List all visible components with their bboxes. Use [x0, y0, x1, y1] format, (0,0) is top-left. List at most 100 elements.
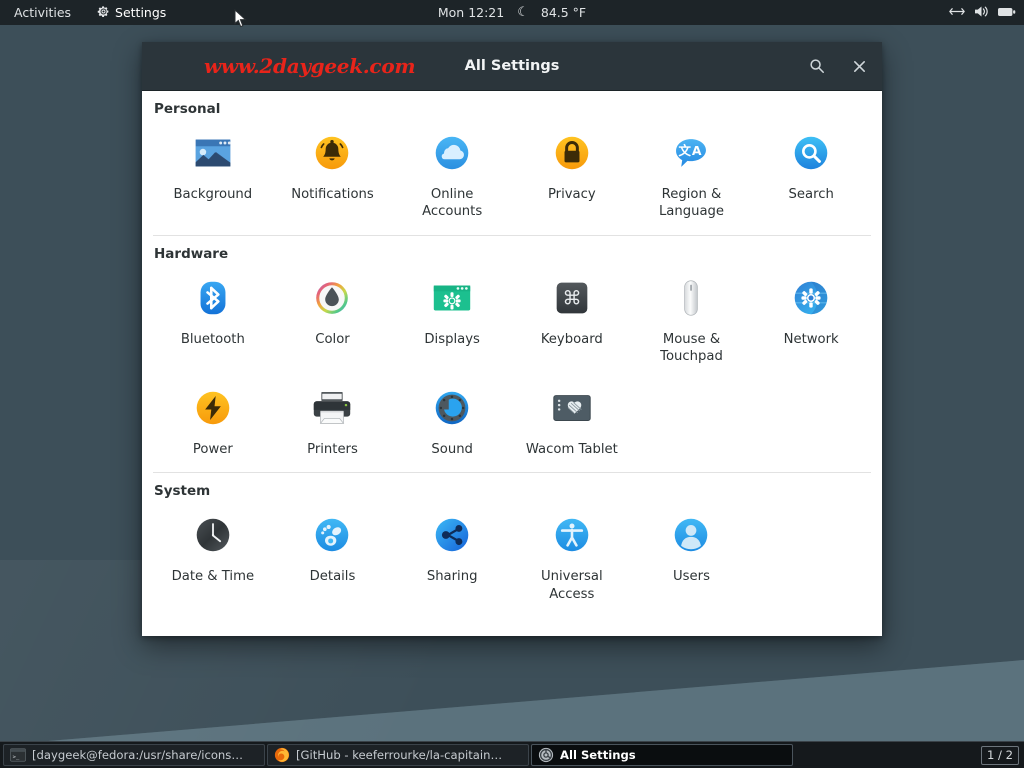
tile-network[interactable]: Network [751, 264, 871, 374]
tile-label: Background [173, 187, 253, 202]
moon-icon: ☾ [517, 5, 529, 20]
tile-label: Online Accounts [422, 187, 483, 220]
settings-panels: Personal Background Notifications Online… [142, 91, 882, 636]
background-icon [189, 129, 237, 177]
tile-label: Universal Access [540, 569, 603, 602]
tile-label: Users [673, 569, 710, 585]
terminal-icon: >_ [10, 747, 26, 763]
workspace-label: 1 / 2 [986, 748, 1013, 762]
svg-text:A: A [692, 143, 702, 158]
svg-text:文: 文 [679, 143, 692, 158]
clock-label: Mon 12:21 [437, 5, 505, 20]
tile-keyboard[interactable]: ⌘ Keyboard [512, 264, 632, 374]
tile-empty [751, 374, 871, 466]
tile-label: Mouse & Touchpad [660, 331, 723, 365]
tile-empty [751, 501, 871, 611]
search-icon[interactable] [804, 53, 830, 79]
tile-online-accounts[interactable]: Online Accounts [392, 119, 512, 229]
tile-sound[interactable]: Sound [392, 374, 512, 466]
activities-label: Activities [14, 5, 72, 20]
printers-icon [308, 384, 356, 432]
tile-label: Network [783, 331, 839, 347]
grid-system: Date & Time Details Sharing Universal Ac… [153, 501, 871, 611]
taskbar-item-label: All Settings [560, 748, 636, 762]
app-menu-button[interactable]: Settings [91, 2, 172, 24]
tile-label: Printers [307, 441, 358, 457]
section-title-system: System [154, 483, 211, 500]
tile-universal-access[interactable]: Universal Access [512, 501, 632, 611]
page-title: All Settings [464, 58, 560, 74]
sound-icon [428, 384, 476, 432]
workspace-indicator[interactable]: 1 / 2 [980, 745, 1019, 765]
date-time-icon [189, 511, 237, 559]
close-icon[interactable] [846, 53, 872, 79]
power-icon [189, 384, 237, 432]
taskbar-item-all-settings[interactable]: All Settings [531, 744, 793, 766]
tile-displays[interactable]: Displays [392, 264, 512, 374]
wacom-tablet-icon [548, 384, 596, 432]
grid-personal: Background Notifications Online Accounts… [153, 119, 871, 229]
tile-label: Details [309, 569, 356, 585]
tile-label: Search [788, 187, 834, 202]
tile-privacy[interactable]: Privacy [512, 119, 632, 229]
clock-button[interactable]: Mon 12:21 ☾ 84.5 °F [432, 2, 592, 23]
tile-label: Sharing [426, 569, 478, 585]
tile-details[interactable]: Details [273, 501, 393, 611]
tile-label: Displays [424, 331, 480, 347]
privacy-icon [548, 129, 596, 177]
tile-notifications[interactable]: Notifications [273, 119, 393, 229]
tile-label: Power [192, 441, 233, 457]
region-language-icon: 文 A [667, 129, 715, 177]
details-icon [308, 511, 356, 559]
tile-date-time[interactable]: Date & Time [153, 501, 273, 611]
online-accounts-icon [428, 129, 476, 177]
tile-color[interactable]: Color [273, 264, 393, 374]
tile-label: Keyboard [540, 331, 603, 347]
battery-icon [998, 5, 1016, 20]
tile-search[interactable]: Search [751, 119, 871, 229]
volume-icon [974, 5, 989, 21]
top-bar: Activities Settings Mon 12:21 ☾ 84.5 °F [0, 0, 1024, 25]
tile-wacom-tablet[interactable]: Wacom Tablet [512, 374, 632, 466]
section-system: System Date & Time Details Sharing Unive… [142, 473, 882, 611]
displays-icon [428, 274, 476, 322]
gear-icon [97, 5, 110, 21]
users-icon [667, 511, 715, 559]
taskbar-item-firefox[interactable]: [GitHub - keeferrourke/la-capitain… [267, 744, 529, 766]
grid-hardware: Bluetooth Color Displays ⌘ Keyboard Mous… [153, 264, 871, 466]
settings-icon [538, 747, 554, 763]
bluetooth-icon [189, 274, 237, 322]
window-titlebar: www.2daygeek.com All Settings [142, 42, 882, 91]
tile-label: Sound [431, 441, 473, 457]
tile-label: Region & Language [658, 187, 725, 220]
tile-sharing[interactable]: Sharing [392, 501, 512, 611]
network-arrows-icon [949, 5, 965, 20]
section-hardware: Hardware Bluetooth Color Displays ⌘ Keyb… [142, 236, 882, 474]
keyboard-icon: ⌘ [548, 274, 596, 322]
tile-background[interactable]: Background [153, 119, 273, 229]
tile-label: Wacom Tablet [525, 441, 618, 457]
svg-text:>_: >_ [13, 755, 20, 761]
mouse-touchpad-icon [667, 274, 715, 322]
search-panel-icon [787, 129, 835, 177]
color-icon [308, 274, 356, 322]
section-title-personal: Personal [154, 101, 221, 117]
tile-power[interactable]: Power [153, 374, 273, 466]
tile-empty [632, 374, 752, 466]
tile-bluetooth[interactable]: Bluetooth [153, 264, 273, 374]
tile-printers[interactable]: Printers [273, 374, 393, 466]
system-status-area[interactable] [949, 0, 1016, 25]
sharing-icon [428, 511, 476, 559]
network-icon [787, 274, 835, 322]
svg-text:⌘: ⌘ [562, 287, 581, 310]
tile-mouse-touchpad[interactable]: Mouse & Touchpad [632, 264, 752, 374]
activities-button[interactable]: Activities [8, 2, 77, 23]
tile-region-language[interactable]: 文 A Region & Language [632, 119, 752, 229]
taskbar-item-terminal[interactable]: >_ [daygeek@fedora:/usr/share/icons… [3, 744, 265, 766]
tile-label: Date & Time [171, 569, 255, 585]
taskbar: >_ [daygeek@fedora:/usr/share/icons… [Gi… [0, 741, 1024, 768]
section-personal: Personal Background Notifications Online… [142, 91, 882, 236]
tile-label: Notifications [291, 187, 374, 202]
settings-window: www.2daygeek.com All Settings Personal B… [142, 42, 882, 636]
tile-users[interactable]: Users [632, 501, 752, 611]
